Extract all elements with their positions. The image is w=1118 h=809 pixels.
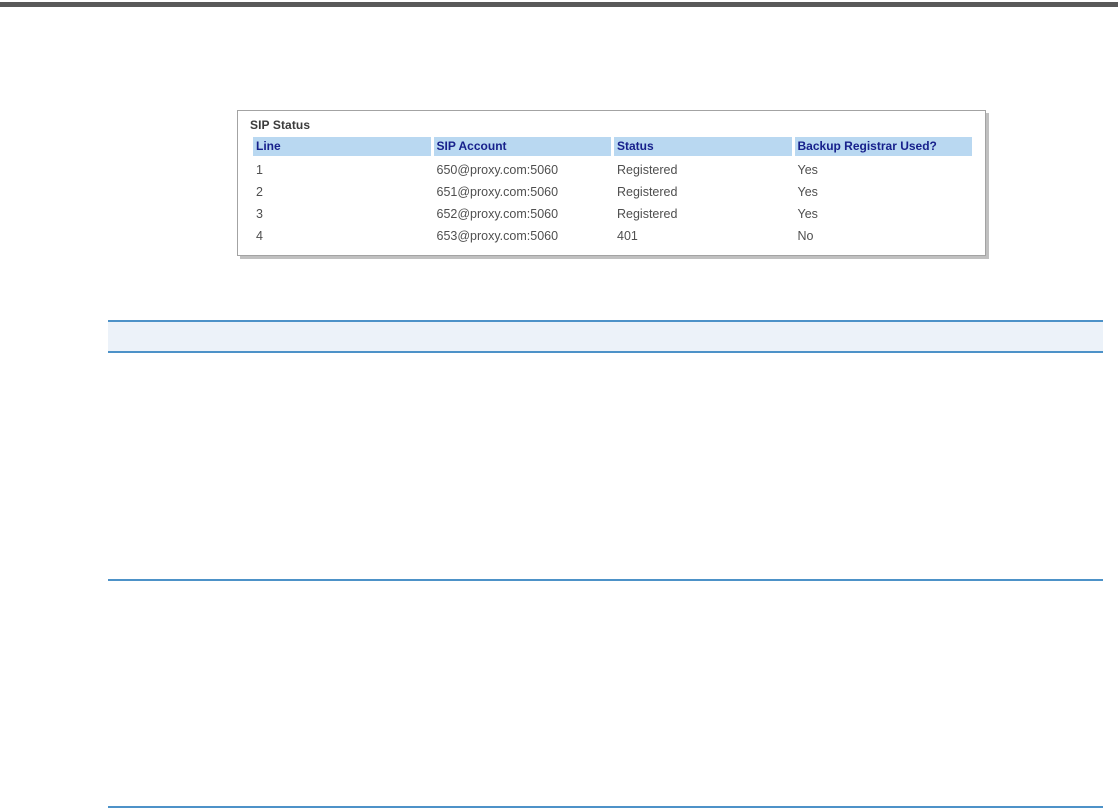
section-divider-rule — [108, 579, 1103, 581]
table-row: 2 651@proxy.com:5060 Registered Yes — [253, 180, 972, 202]
table-cell: Registered — [617, 163, 678, 177]
column-header-backup-registrar: Backup Registrar Used? — [794, 137, 972, 156]
table-cell: 652@proxy.com:5060 — [436, 206, 559, 221]
table-cell: Yes — [797, 184, 818, 199]
column-header-line: Line — [253, 137, 431, 156]
table-row: 4 653@proxy.com:5060 401 No — [253, 224, 972, 246]
empty-note-band — [108, 320, 1103, 353]
table-row: 3 652@proxy.com:5060 Registered Yes — [253, 202, 972, 224]
page-top-bar — [0, 2, 1118, 7]
table-cell: Yes — [797, 163, 818, 177]
sip-status-table: Line SIP Account Status Backup Registrar… — [250, 137, 975, 246]
table-cell: 401 — [617, 228, 638, 243]
column-header-status: Status — [614, 137, 792, 156]
table-cell: 650@proxy.com:5060 — [436, 163, 559, 177]
table-cell: Registered — [617, 206, 678, 221]
table-cell: 2 — [256, 184, 263, 199]
table-cell: 1 — [256, 163, 263, 177]
page-bottom-rule — [108, 806, 1103, 808]
sip-status-table-body: 1 650@proxy.com:5060 Registered Yes 2 651@pro… — [253, 156, 972, 246]
column-header-sip-account: SIP Account — [433, 137, 611, 156]
table-cell: 653@proxy.com:5060 — [436, 228, 559, 243]
table-cell: Registered — [617, 184, 678, 199]
sip-status-title: SIP Status — [250, 118, 311, 132]
table-cell: 3 — [256, 206, 263, 221]
table-header-row: Line SIP Account Status Backup Registrar… — [253, 137, 972, 156]
table-cell: No — [797, 228, 814, 243]
table-row: 1 650@proxy.com:5060 Registered Yes — [253, 156, 972, 180]
table-cell: 651@proxy.com:5060 — [436, 184, 559, 199]
table-cell: 4 — [256, 228, 263, 243]
table-cell: Yes — [797, 206, 818, 221]
sip-status-figure: SIP Status Line SIP Account Status Backu… — [237, 110, 986, 256]
